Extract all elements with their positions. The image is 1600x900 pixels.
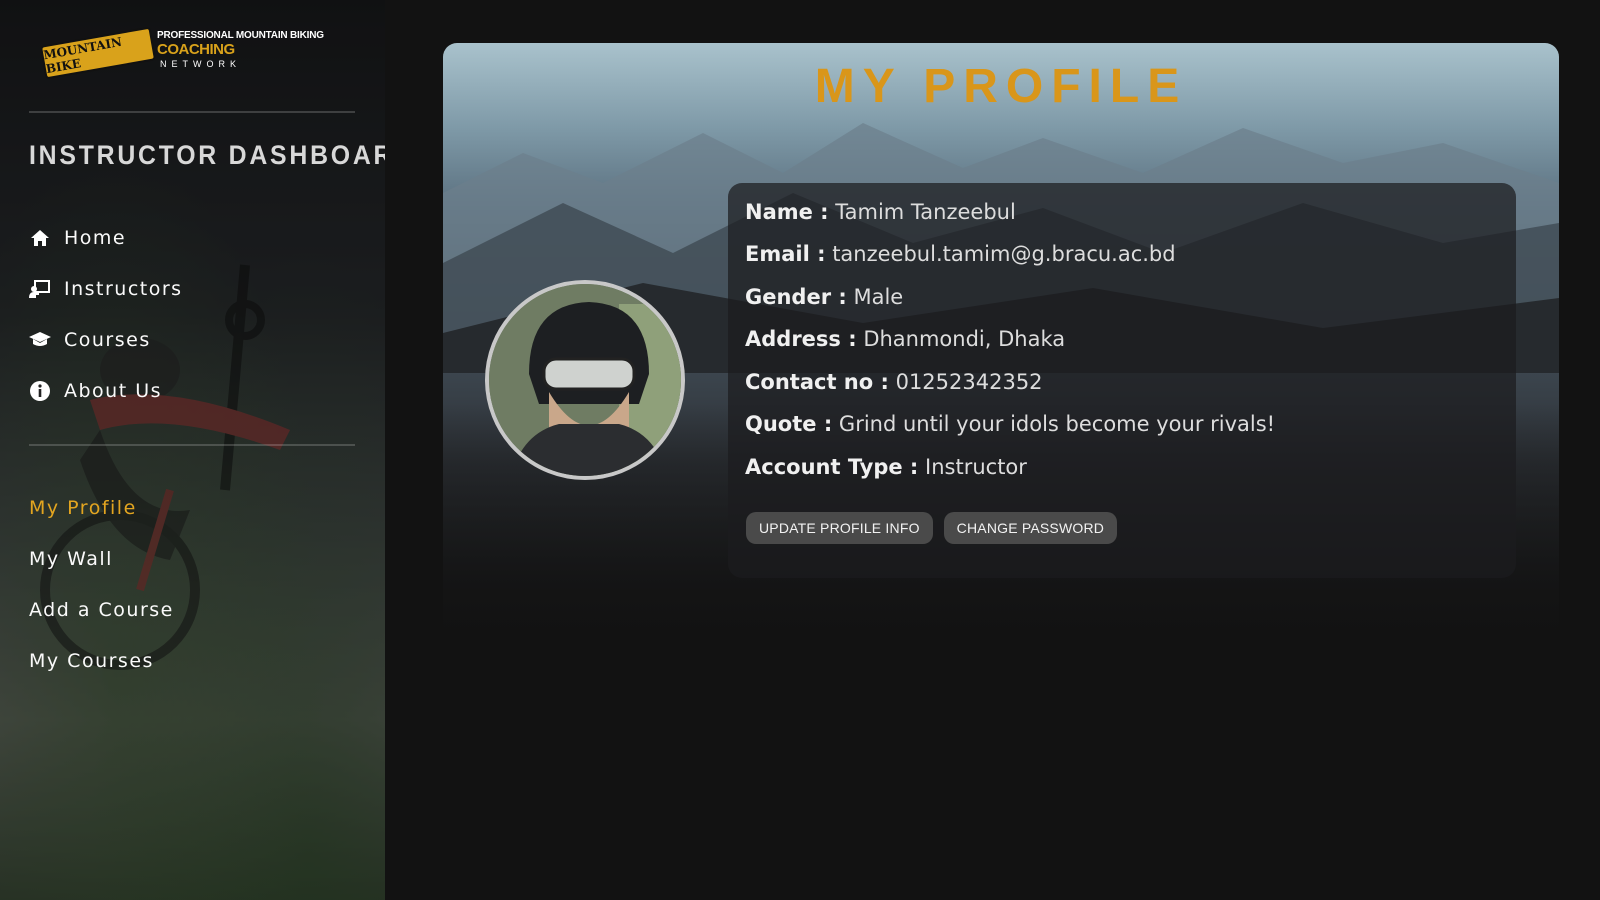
- nav-item-instructors[interactable]: Instructors: [29, 263, 183, 314]
- nav-label: Instructors: [64, 277, 183, 300]
- sidebar-divider: [29, 111, 355, 113]
- profile-quote-value: Grind until your idols become your rival…: [838, 412, 1276, 436]
- nav-label: Home: [64, 226, 127, 249]
- field-key: Email :: [745, 242, 826, 266]
- nav-item-my-wall[interactable]: My Wall: [29, 533, 174, 584]
- profile-account-type-value: Instructor: [925, 455, 1027, 479]
- profile-email-value: tanzeebul.tamim@g.bracu.ac.bd: [832, 242, 1176, 266]
- profile-contact-value: 01252342352: [895, 370, 1043, 394]
- profile-actions: UPDATE PROFILE INFO CHANGE PASSWORD: [746, 512, 1118, 544]
- profile-address-value: Dhanmondi, Dhaka: [863, 327, 1066, 351]
- field-key: Quote :: [745, 412, 833, 436]
- logo-line-2: COACHING: [157, 41, 235, 58]
- profile-account-type-row: Account Type : Instructor: [745, 455, 1027, 479]
- field-key: Account Type :: [745, 455, 919, 479]
- change-password-button[interactable]: CHANGE PASSWORD: [943, 512, 1118, 544]
- profile-gender-value: Male: [853, 285, 904, 309]
- instructor-icon: [29, 278, 51, 300]
- graduation-cap-icon: [29, 329, 51, 351]
- nav-item-add-course[interactable]: Add a Course: [29, 584, 174, 635]
- update-profile-button[interactable]: UPDATE PROFILE INFO: [746, 512, 933, 544]
- profile-avatar: [485, 280, 685, 480]
- field-key: Contact no :: [745, 370, 889, 394]
- nav-item-my-courses[interactable]: My Courses: [29, 635, 174, 686]
- field-key: Gender :: [745, 285, 847, 309]
- field-key: Name :: [745, 200, 829, 224]
- profile-quote-row: Quote : Grind until your idols become yo…: [745, 412, 1275, 436]
- profile-gender-row: Gender : Male: [745, 285, 903, 309]
- logo-line-1: PROFESSIONAL MOUNTAIN BIKING: [157, 30, 324, 41]
- profile-info-card: Name : Tamim Tanzeebul Email : tanzeebul…: [728, 183, 1516, 578]
- account-nav: My Profile My Wall Add a Course My Cours…: [29, 482, 174, 686]
- profile-address-row: Address : Dhanmondi, Dhaka: [745, 327, 1065, 351]
- nav-label: About Us: [64, 379, 163, 402]
- sidebar: MOUNTAIN BIKE PROFESSIONAL MOUNTAIN BIKI…: [0, 0, 385, 900]
- home-icon: [29, 227, 51, 249]
- logo-line-3: NETWORK: [160, 59, 241, 69]
- profile-email-row: Email : tanzeebul.tamim@g.bracu.ac.bd: [745, 242, 1176, 266]
- brand-logo[interactable]: MOUNTAIN BIKE PROFESSIONAL MOUNTAIN BIKI…: [39, 26, 352, 84]
- nav-item-courses[interactable]: Courses: [29, 314, 183, 365]
- profile-contact-row: Contact no : 01252342352: [745, 370, 1043, 394]
- logo-badge: MOUNTAIN BIKE: [39, 26, 157, 80]
- nav-item-my-profile[interactable]: My Profile: [29, 482, 174, 533]
- sidebar-divider: [29, 444, 355, 446]
- dashboard-title: INSTRUCTOR DASHBOARD: [29, 140, 385, 170]
- field-key: Address :: [745, 327, 857, 351]
- profile-name-row: Name : Tamim Tanzeebul: [745, 200, 1016, 224]
- info-icon: [29, 380, 51, 402]
- main-nav: Home Instructors Courses About Us: [29, 212, 183, 416]
- page-title: MY PROFILE: [814, 60, 1188, 113]
- profile-name-value: Tamim Tanzeebul: [835, 200, 1016, 224]
- nav-label: Courses: [64, 328, 151, 351]
- nav-item-home[interactable]: Home: [29, 212, 183, 263]
- nav-item-about[interactable]: About Us: [29, 365, 183, 416]
